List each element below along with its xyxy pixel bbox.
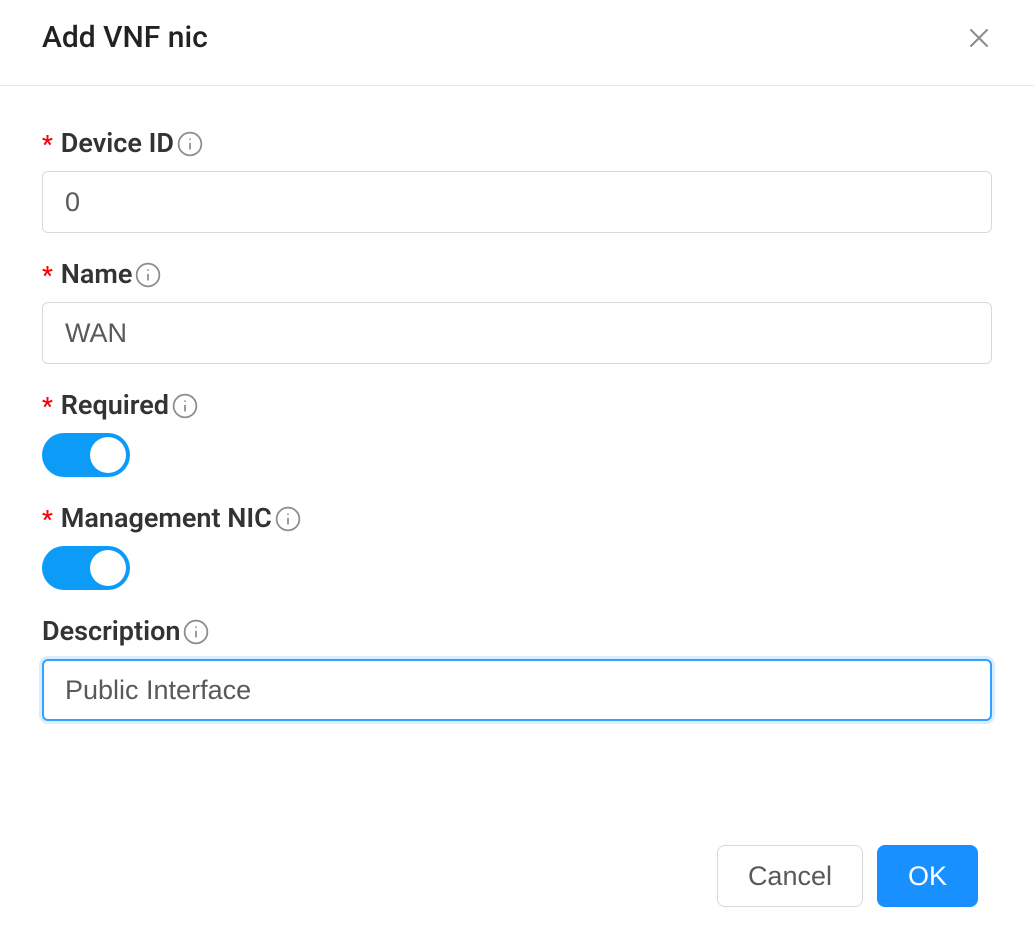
cancel-button[interactable]: Cancel [717, 845, 863, 907]
management-nic-label: Management NIC [61, 505, 272, 532]
ok-button[interactable]: OK [877, 845, 978, 907]
info-icon[interactable] [183, 619, 209, 645]
required-star: * [42, 263, 53, 287]
switch-thumb [90, 437, 126, 473]
field-device-id: * Device ID [42, 130, 992, 233]
field-required: * Required [42, 392, 992, 477]
management-nic-toggle[interactable] [42, 546, 130, 590]
required-label: Required [61, 392, 169, 419]
required-star: * [42, 507, 53, 531]
add-vnf-nic-modal: Add VNF nic * Device ID [0, 0, 1034, 949]
modal-header: Add VNF nic [0, 0, 1034, 86]
device-id-input[interactable] [42, 171, 992, 233]
close-icon[interactable] [966, 25, 992, 51]
modal-title: Add VNF nic [42, 20, 208, 55]
info-icon[interactable] [275, 506, 301, 532]
description-label: Description [42, 618, 180, 645]
required-star: * [42, 394, 53, 418]
field-name: * Name [42, 261, 992, 364]
field-management-nic: * Management NIC [42, 505, 992, 590]
field-description: Description [42, 618, 992, 721]
description-input[interactable] [42, 659, 992, 721]
name-label: Name [61, 261, 133, 288]
info-icon[interactable] [177, 131, 203, 157]
required-toggle[interactable] [42, 433, 130, 477]
switch-thumb [90, 550, 126, 586]
info-icon[interactable] [135, 262, 161, 288]
required-star: * [42, 132, 53, 156]
info-icon[interactable] [172, 393, 198, 419]
device-id-label: Device ID [61, 130, 174, 157]
modal-footer: Cancel OK [0, 827, 1034, 949]
modal-body: * Device ID * Name [0, 86, 1034, 827]
name-input[interactable] [42, 302, 992, 364]
